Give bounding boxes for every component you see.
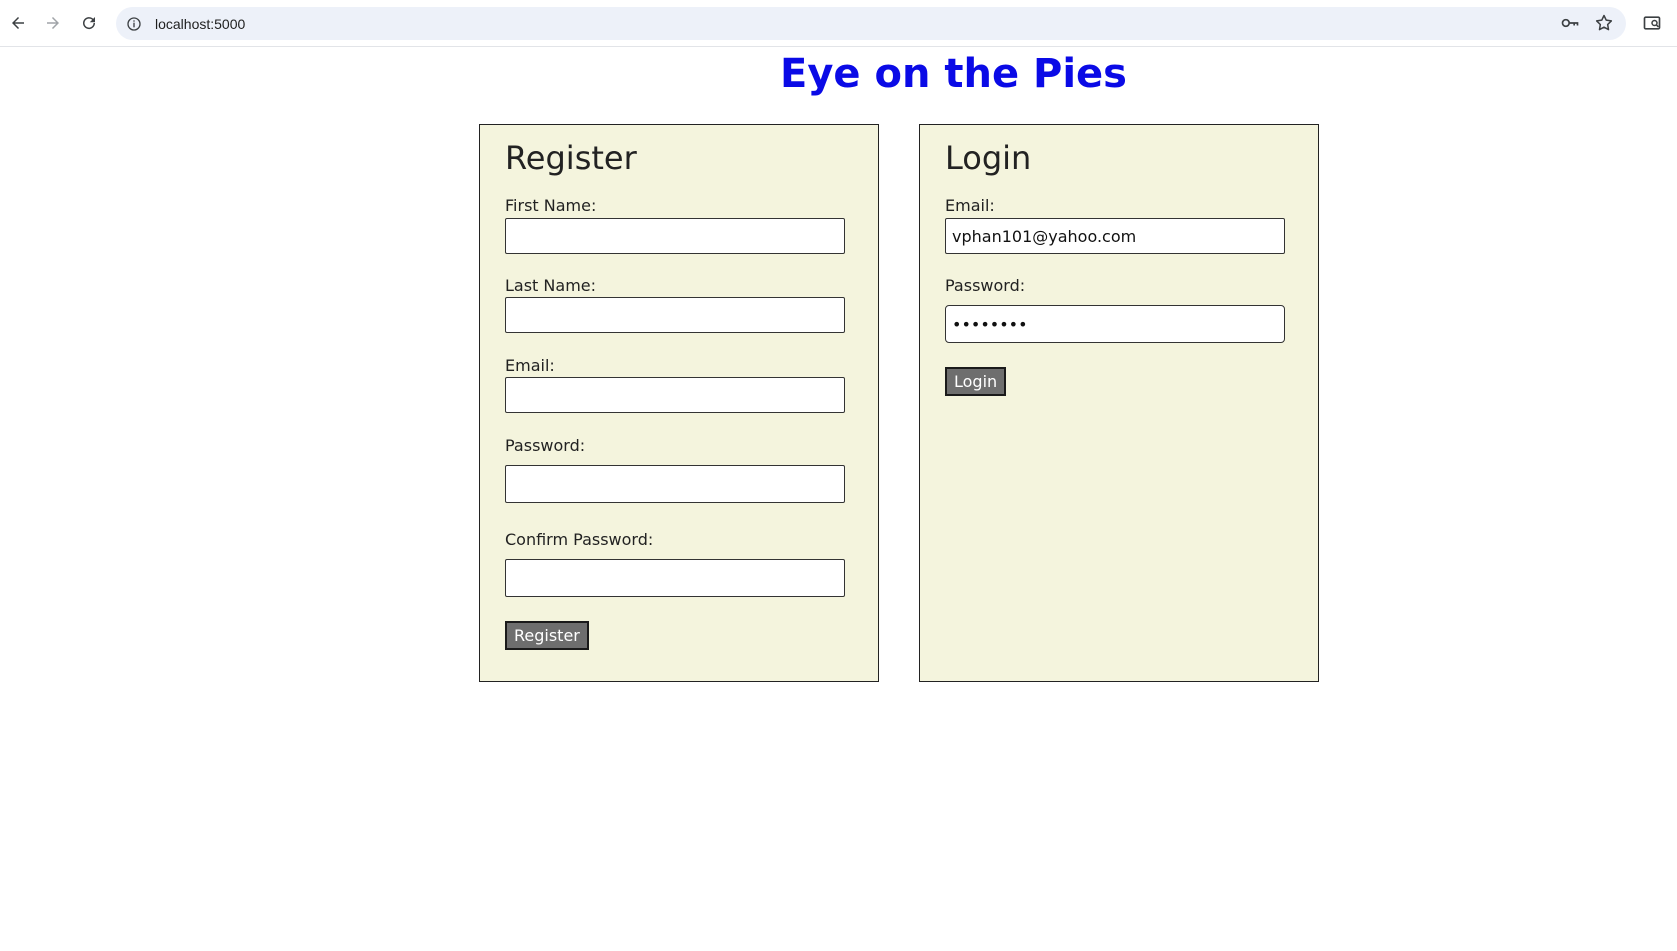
page-title: Eye on the Pies xyxy=(780,51,1127,97)
first-name-label: First Name: xyxy=(505,196,597,215)
register-button[interactable]: Register xyxy=(505,621,589,650)
url-text[interactable]: localhost:5000 xyxy=(155,16,245,32)
login-panel: Login Email: Password: Login xyxy=(919,124,1319,682)
forward-icon[interactable] xyxy=(40,10,66,36)
back-icon[interactable] xyxy=(5,10,31,36)
login-password-label: Password: xyxy=(945,276,1026,295)
login-button[interactable]: Login xyxy=(945,367,1007,396)
confirm-password-field[interactable] xyxy=(505,559,845,597)
last-name-field[interactable] xyxy=(505,297,845,333)
site-info-icon[interactable] xyxy=(125,15,143,33)
login-email-field[interactable] xyxy=(945,218,1285,254)
register-password-field[interactable] xyxy=(505,465,845,503)
register-password-label: Password: xyxy=(505,436,586,455)
login-password-field[interactable] xyxy=(945,305,1285,343)
register-panel: Register First Name: Last Name: Email: P… xyxy=(479,124,879,682)
reload-icon[interactable] xyxy=(76,10,102,36)
register-email-label: Email: xyxy=(505,356,555,375)
register-heading: Register xyxy=(505,139,637,177)
side-panel-icon[interactable] xyxy=(1641,12,1663,34)
login-email-label: Email: xyxy=(945,196,995,215)
last-name-label: Last Name: xyxy=(505,276,597,295)
loading-indicator xyxy=(952,0,1200,2)
register-email-field[interactable] xyxy=(505,377,845,413)
browser-toolbar: localhost:5000 xyxy=(0,0,1677,47)
confirm-password-label: Confirm Password: xyxy=(505,530,654,549)
address-bar[interactable]: localhost:5000 xyxy=(116,7,1626,40)
password-key-icon[interactable] xyxy=(1560,13,1580,33)
first-name-field[interactable] xyxy=(505,218,845,254)
bookmark-star-icon[interactable] xyxy=(1594,13,1614,33)
login-heading: Login xyxy=(945,139,1032,177)
